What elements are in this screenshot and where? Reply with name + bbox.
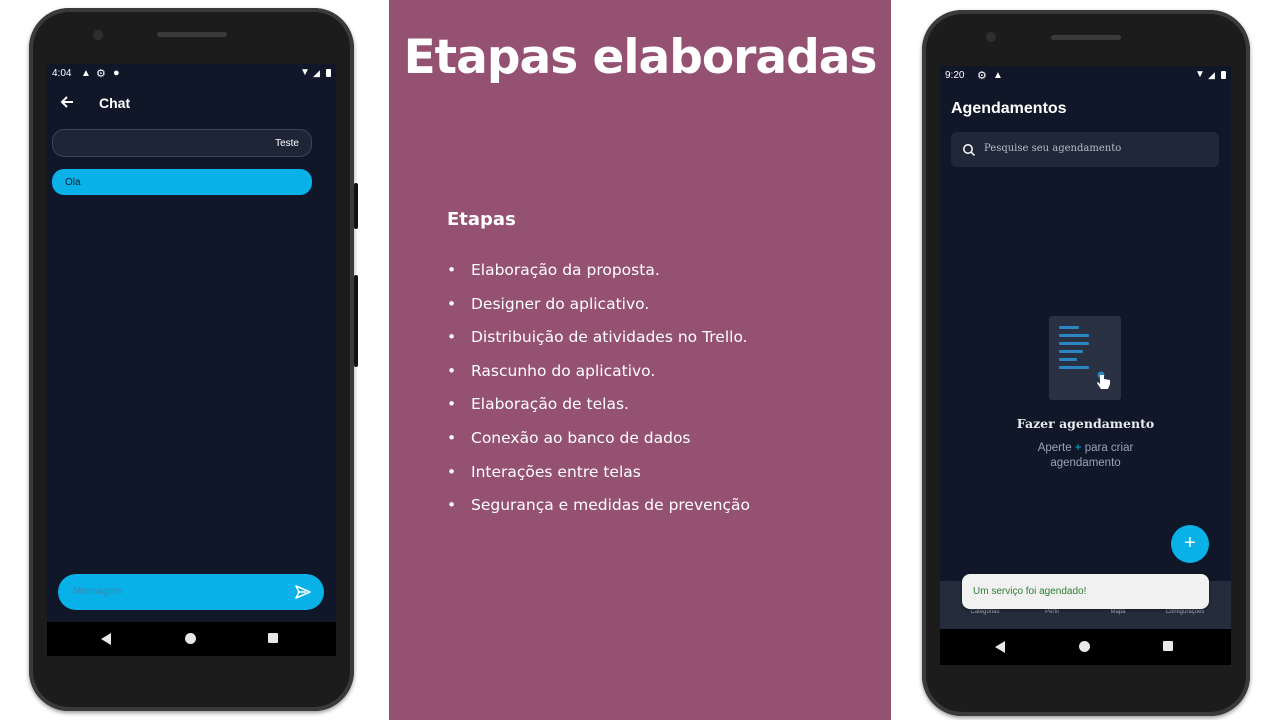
chat-screen: 4:04 ▲ ⚙ ● ▼ ◢ Chat Teste Ola Mensagem [47,64,336,622]
earpiece-speaker [157,32,227,37]
add-appointment-button[interactable]: + [1171,525,1209,563]
status-bar: 9:20 ⚙ ▲ ▼ ◢ [945,69,1226,84]
list-item: Elaboração de telas. [447,392,750,426]
empty-state-illustration [1049,316,1121,400]
status-bar: 4:04 ▲ ⚙ ● ▼ ◢ [52,67,331,82]
nav-home-button[interactable] [1079,641,1090,652]
message-outgoing: Teste [52,129,312,157]
doc-line [1059,358,1077,361]
list-item: Rascunho do aplicativo. [447,359,750,393]
empty-state-title: Fazer agendamento [1016,416,1155,431]
doc-line [1059,334,1089,337]
gear-icon: ⚙ [977,70,987,82]
list-item: Distribuição de atividades no Trello. [447,325,750,359]
message-text: Teste [275,138,299,149]
nav-recents-button[interactable] [268,633,278,643]
earpiece-speaker [1051,35,1121,40]
search-input[interactable]: Pesquise seu agendamento [951,132,1219,167]
front-camera [93,30,103,40]
toast-message: Um serviço foi agendado! [973,586,1087,597]
steps-list: Elaboração da proposta. Designer do apli… [447,258,750,527]
nav-back-button[interactable] [101,633,111,645]
empty-state-text: Aperte [1037,442,1072,454]
empty-state-line-2: agendamento [1050,457,1121,469]
empty-state-text: para criar [1084,442,1134,454]
list-item: Designer do aplicativo. [447,292,750,326]
list-item: Elaboração da proposta. [447,258,750,292]
empty-state-subtitle: Aperte + para criar agendamento [940,441,1231,471]
list-item: Segurança e medidas de prevenção [447,493,750,527]
message-input[interactable]: Mensagem [73,586,122,597]
warning-icon: ▲ [81,68,91,79]
status-time: 4:04 [52,68,72,79]
page-title: Agendamentos [951,100,1067,117]
front-camera [986,32,996,42]
gear-icon: ⚙ [96,68,106,80]
message-input-bar[interactable]: Mensagem [58,574,324,610]
message-incoming: Ola [52,169,312,195]
doc-line [1059,342,1089,345]
tab-configuracoes[interactable]: Configurações [1155,609,1215,615]
status-time: 9:20 [945,70,965,81]
nav-home-button[interactable] [185,633,196,644]
message-text: Ola [65,177,81,188]
signal-icon: ◢ [1208,70,1215,80]
send-icon [295,585,311,599]
slide-title: Etapas elaboradas [403,30,878,85]
section-heading: Etapas [447,209,516,230]
back-button[interactable] [57,92,77,112]
empty-state-line-1: Aperte + para criar [940,441,1231,456]
warning-icon: ▲ [993,70,1003,81]
doc-line [1059,366,1089,369]
wifi-icon: ▼ [1195,69,1205,80]
slide-panel: Etapas elaboradas Etapas Elaboração da p… [389,0,891,720]
hand-pointer-icon [1097,371,1110,389]
battery-icon [326,69,331,77]
tab-categorias[interactable]: Categorias [960,609,1010,615]
toast-notification: Um serviço foi agendado! [962,574,1209,609]
nav-back-button[interactable] [995,641,1005,653]
list-item: Interações entre telas [447,460,750,494]
android-nav-bar [940,629,1231,665]
phone-side-button [354,275,358,367]
android-nav-bar [47,622,336,656]
tab-mapa[interactable]: Mapa [1093,609,1143,615]
list-item: Conexão ao banco de dados [447,426,750,460]
arrow-left-icon [60,96,73,108]
doc-line [1059,326,1079,329]
wifi-icon: ▼ [300,67,310,78]
battery-icon [1221,71,1226,79]
tab-perfil[interactable]: Perfil [1027,609,1077,615]
agenda-screen: 9:20 ⚙ ▲ ▼ ◢ Agendamentos Pesquise seu a… [940,66,1231,629]
nav-recents-button[interactable] [1163,641,1173,651]
circle-icon: ● [113,67,120,79]
doc-line [1059,350,1083,353]
phone-side-button [354,183,358,229]
plus-glyph: + [1074,442,1082,454]
signal-icon: ◢ [313,68,320,78]
page-title: Chat [99,95,131,111]
search-placeholder: Pesquise seu agendamento [984,143,1122,154]
search-icon [963,144,976,157]
send-button[interactable] [294,583,312,601]
